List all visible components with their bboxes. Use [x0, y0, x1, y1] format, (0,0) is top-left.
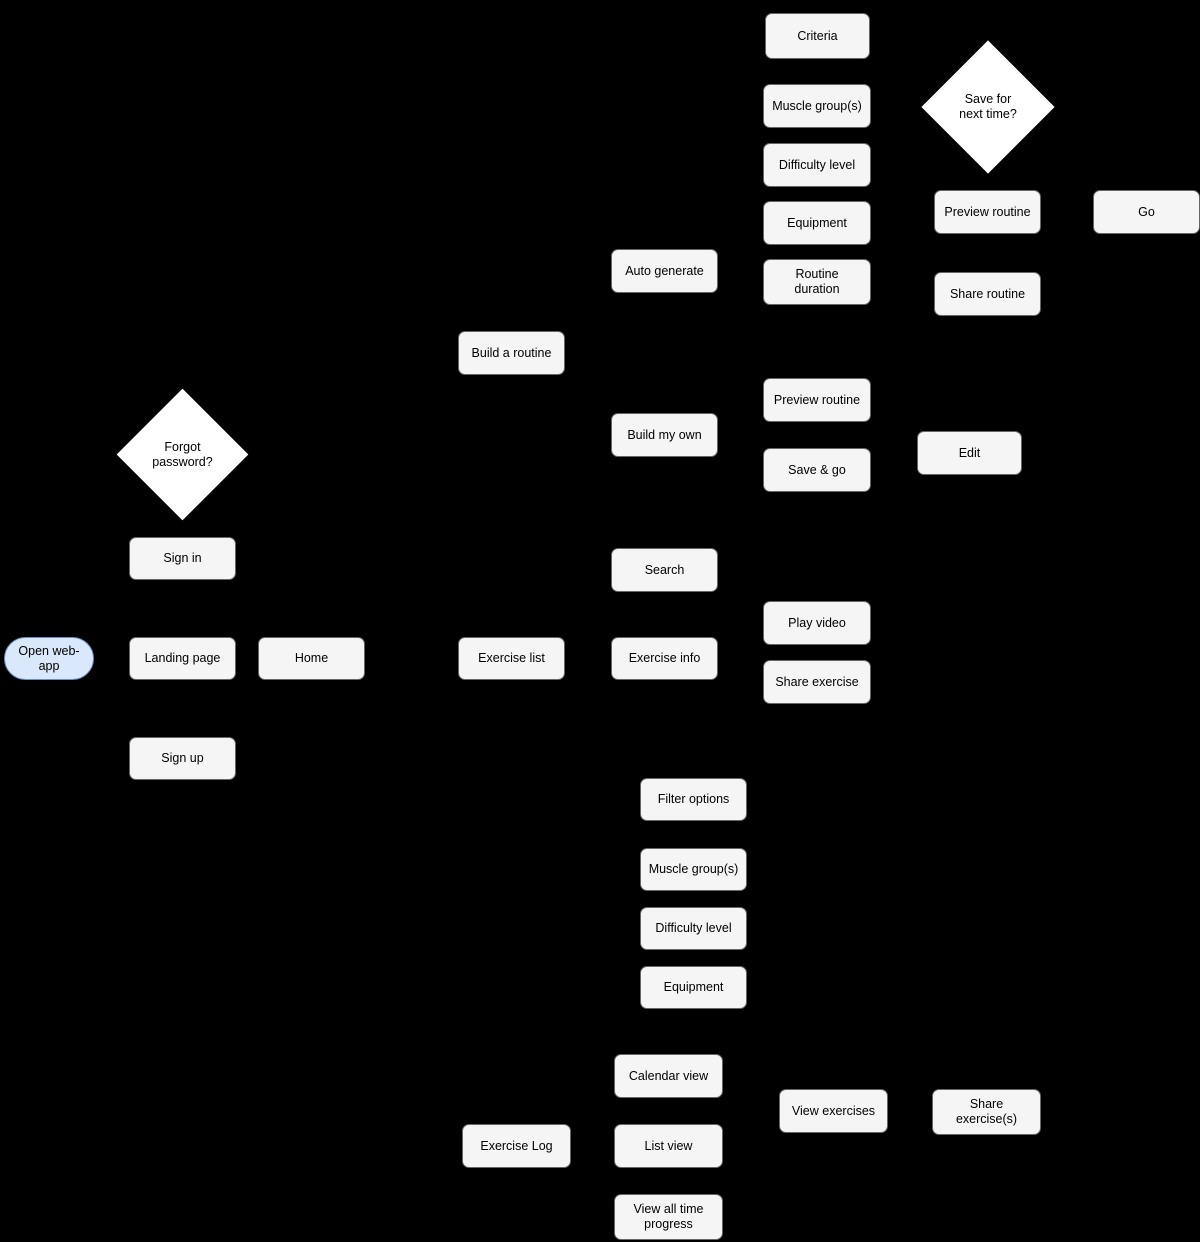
node-label: Play video — [788, 615, 846, 630]
node-label: View exercises — [791, 1103, 876, 1118]
node-label: Sign up — [161, 751, 204, 765]
node-label: Equipment — [663, 980, 724, 994]
node-muscle-groups-2[interactable]: Muscle group(s) — [640, 848, 747, 891]
node-label: List view — [644, 1138, 693, 1153]
node-exercise-info[interactable]: Exercise info — [611, 637, 718, 680]
node-label: Sign in — [163, 551, 202, 565]
node-edit[interactable]: Edit — [917, 431, 1022, 475]
node-label: Home — [294, 651, 329, 665]
node-label: Save for next time? — [959, 92, 1017, 121]
node-go[interactable]: Go — [1093, 190, 1200, 234]
node-label: Share routine — [949, 286, 1026, 301]
node-search[interactable]: Search — [611, 548, 718, 592]
node-label: Go — [1138, 204, 1155, 219]
node-label: Muscle group(s) — [648, 862, 739, 876]
node-label: Difficulty level — [655, 921, 732, 935]
node-build-a-routine[interactable]: Build a routine — [458, 331, 565, 375]
node-preview-routine-2[interactable]: Preview routine — [763, 378, 871, 422]
node-label: Difficulty level — [778, 157, 856, 172]
node-label: Calendar view — [628, 1068, 709, 1083]
node-view-exercises[interactable]: View exercises — [779, 1089, 888, 1133]
node-label: Equipment — [787, 215, 847, 230]
node-exercise-log[interactable]: Exercise Log — [462, 1124, 571, 1168]
node-difficulty-1[interactable]: Difficulty level — [763, 143, 871, 187]
node-list-view[interactable]: List view — [614, 1124, 723, 1168]
node-open-web-app[interactable]: Open web- app — [4, 637, 94, 680]
node-label: Build a routine — [471, 345, 552, 360]
node-auto-generate[interactable]: Auto generate — [611, 249, 718, 293]
node-exercise-list[interactable]: Exercise list — [458, 637, 565, 680]
node-routine-duration[interactable]: Routine duration — [763, 259, 871, 305]
node-difficulty-2[interactable]: Difficulty level — [640, 907, 747, 950]
node-label: Share exercise(s) — [955, 1097, 1018, 1126]
node-label: Open web- app — [18, 643, 80, 673]
node-share-routine[interactable]: Share routine — [934, 272, 1041, 316]
node-build-my-own[interactable]: Build my own — [611, 413, 718, 457]
node-sign-in[interactable]: Sign in — [129, 537, 236, 580]
node-view-all-progress[interactable]: View all time progress — [614, 1194, 723, 1240]
node-sign-up[interactable]: Sign up — [129, 737, 236, 780]
node-filter-options[interactable]: Filter options — [640, 778, 747, 821]
node-label: Criteria — [797, 28, 838, 43]
node-label: Search — [644, 562, 685, 577]
node-share-exercises[interactable]: Share exercise(s) — [932, 1089, 1041, 1135]
node-equipment-2[interactable]: Equipment — [640, 966, 747, 1009]
node-calendar-view[interactable]: Calendar view — [614, 1054, 723, 1098]
node-label: Muscle group(s) — [772, 98, 862, 113]
node-save-and-go[interactable]: Save & go — [763, 448, 871, 492]
flowchart-canvas: Criteria Muscle group(s) Difficulty level E… — [0, 0, 1200, 1242]
node-label: Auto generate — [625, 263, 704, 278]
node-preview-routine-1[interactable]: Preview routine — [934, 190, 1041, 234]
node-label: Exercise Log — [480, 1138, 553, 1153]
node-criteria[interactable]: Criteria — [765, 13, 870, 59]
node-landing-page[interactable]: Landing page — [129, 637, 236, 680]
node-label: Preview routine — [773, 392, 861, 407]
node-label: Filter options — [657, 792, 730, 806]
node-label: Preview routine — [944, 204, 1031, 219]
node-label: Landing page — [144, 651, 221, 665]
node-label: View all time progress — [633, 1202, 704, 1231]
node-label: Exercise list — [478, 651, 545, 665]
node-share-exercise[interactable]: Share exercise — [763, 660, 871, 704]
node-equipment-1[interactable]: Equipment — [763, 201, 871, 245]
node-home[interactable]: Home — [258, 637, 365, 680]
node-forgot-password[interactable]: Forgot password? — [116, 388, 249, 521]
node-label: Share exercise — [775, 674, 859, 689]
node-label: Save & go — [788, 462, 846, 477]
node-label: Build my own — [627, 427, 702, 442]
node-play-video[interactable]: Play video — [763, 601, 871, 645]
node-label: Edit — [958, 445, 981, 460]
node-label: Routine duration — [794, 267, 840, 296]
node-label: Forgot password? — [152, 439, 213, 469]
node-label: Exercise info — [628, 651, 701, 665]
node-muscle-groups-1[interactable]: Muscle group(s) — [763, 84, 871, 128]
node-save-next-time[interactable]: Save for next time? — [921, 40, 1055, 174]
